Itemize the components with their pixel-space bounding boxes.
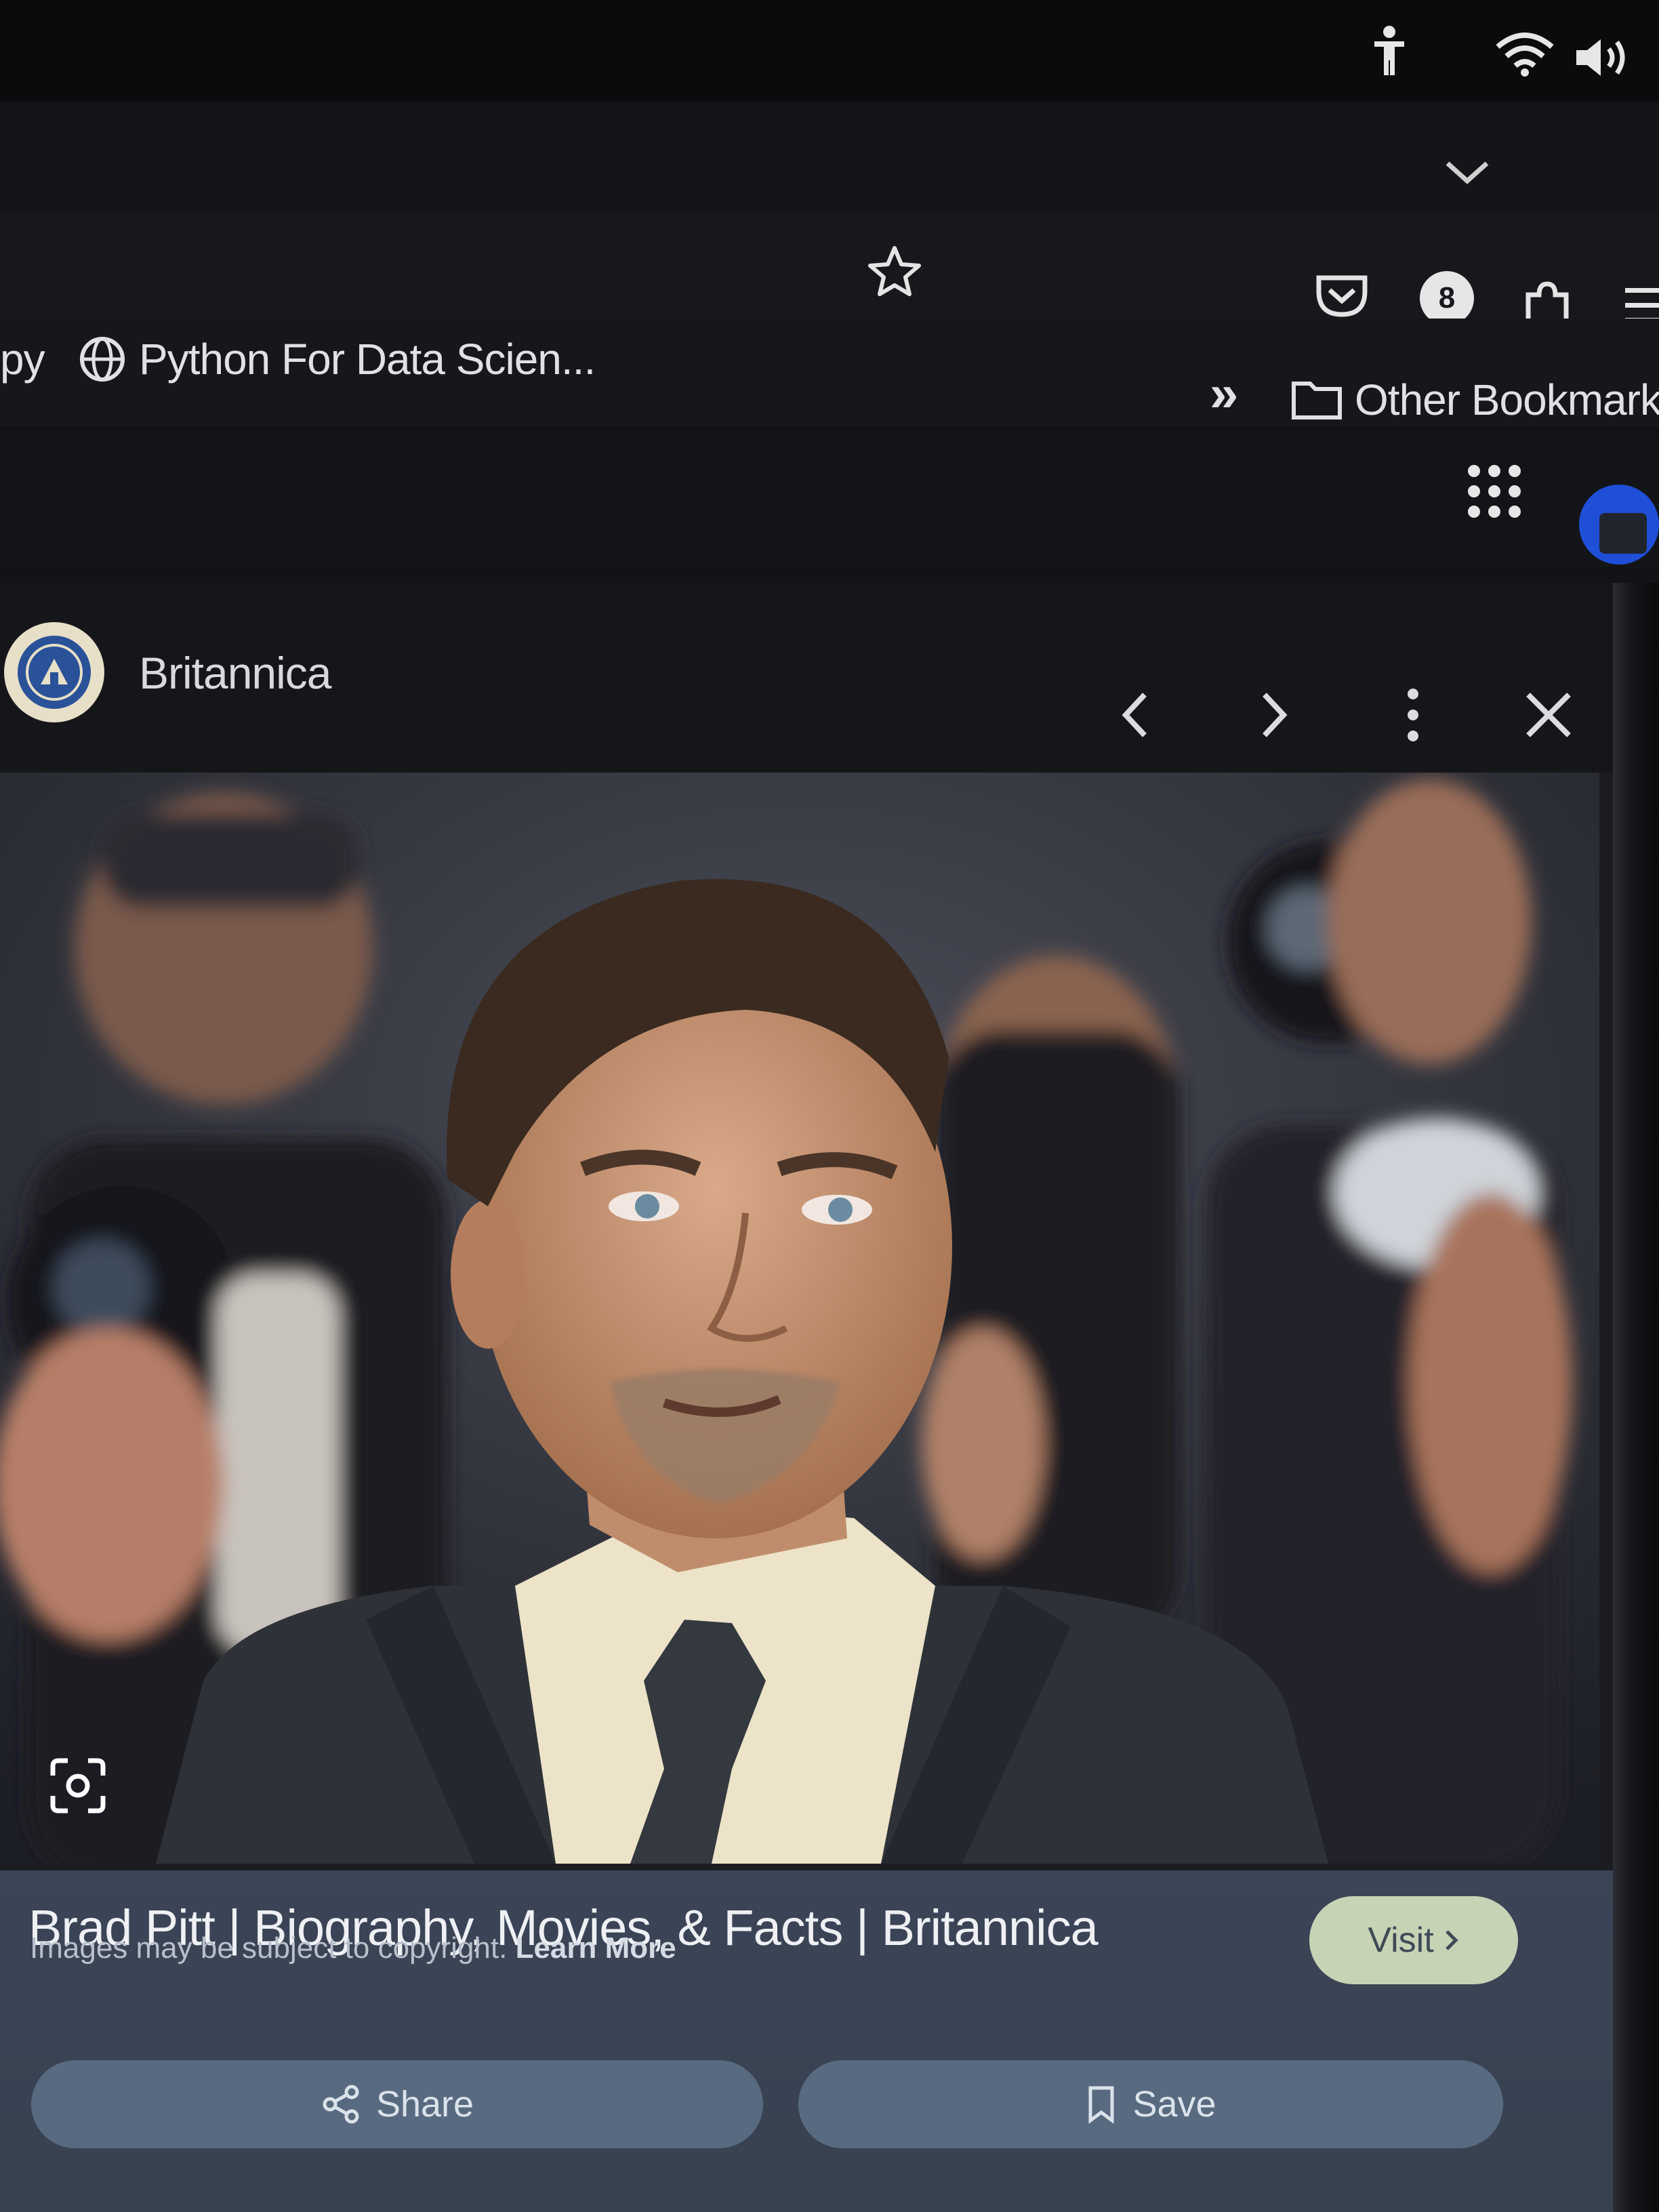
chevron-right-icon xyxy=(1443,1928,1460,1952)
source-name[interactable]: Britannica xyxy=(139,647,331,699)
result-image[interactable] xyxy=(0,773,1599,1864)
britannica-logo-icon xyxy=(4,622,104,722)
share-icon xyxy=(321,2084,361,2125)
close-button[interactable] xyxy=(1511,678,1586,752)
previous-icon xyxy=(1115,688,1155,742)
share-label: Share xyxy=(375,2084,474,2125)
globe-icon xyxy=(78,335,127,384)
result-photo-drawing xyxy=(0,773,1599,1864)
save-icon xyxy=(1085,2084,1118,2125)
viewer-header: Britannica xyxy=(0,583,1613,773)
bookmark-python-for-data-science[interactable]: Python For Data Scien... xyxy=(78,325,596,393)
chevron-down-icon[interactable] xyxy=(1437,149,1498,197)
profile-badge: 8 xyxy=(1420,271,1474,325)
share-button[interactable]: Share xyxy=(31,2060,763,2148)
visit-label: Visit xyxy=(1368,1921,1434,1960)
learn-more-link[interactable]: Learn More xyxy=(516,1931,676,1965)
next-button[interactable] xyxy=(1237,678,1311,752)
copyright-notice: Images may be subject to copyright. Lear… xyxy=(30,1931,676,1965)
chevrons-right-icon: » xyxy=(1210,364,1238,422)
image-viewer-panel: Britannica Brad Pitt | Biography, Movies… xyxy=(0,583,1613,2212)
lens-icon xyxy=(47,1755,108,1816)
save-label: Save xyxy=(1132,2084,1216,2125)
google-apps-icon[interactable] xyxy=(1457,454,1532,529)
address-bar[interactable] xyxy=(0,210,827,271)
wifi-icon[interactable] xyxy=(1491,27,1559,81)
other-bookmarks[interactable]: Other Bookmarks xyxy=(1291,366,1659,434)
os-status-bar xyxy=(0,0,1659,102)
save-button[interactable]: Save xyxy=(798,2060,1503,2148)
next-icon xyxy=(1254,688,1294,742)
result-info-panel: Brad Pitt | Biography, Movies, & Facts |… xyxy=(0,1870,1613,2212)
bookmark-partial[interactable]: py xyxy=(0,325,45,393)
bookmark-python-label: Python For Data Scien... xyxy=(139,335,596,384)
more-options-button[interactable] xyxy=(1376,678,1450,752)
close-icon xyxy=(1523,689,1574,741)
bookmarks-bar: py Python For Data Scien... » Other Book… xyxy=(0,319,1659,427)
monitor-bezel xyxy=(1613,583,1659,2212)
accessibility-icon[interactable] xyxy=(1362,20,1416,81)
folder-icon xyxy=(1291,378,1343,422)
previous-button[interactable] xyxy=(1098,678,1172,752)
visit-button[interactable]: Visit xyxy=(1309,1896,1518,1984)
google-header-row xyxy=(0,434,1659,569)
copyright-text: Images may be subject to copyright. xyxy=(30,1931,508,1965)
bookmark-partial-label: py xyxy=(0,335,45,384)
tab-strip xyxy=(0,102,1659,210)
account-avatar[interactable] xyxy=(1579,485,1659,565)
volume-icon[interactable] xyxy=(1569,30,1637,85)
bookmark-star-icon[interactable] xyxy=(861,237,928,305)
browser-toolbar: 8 xyxy=(0,210,1659,332)
lens-search-button[interactable] xyxy=(41,1748,115,1823)
more-options-icon xyxy=(1403,684,1423,745)
other-bookmarks-label: Other Bookmarks xyxy=(1355,375,1659,424)
bookmarks-overflow-button[interactable]: » xyxy=(1210,359,1238,427)
screen: 8 py Python For Data Scien... » Other Bo… xyxy=(0,0,1659,2212)
